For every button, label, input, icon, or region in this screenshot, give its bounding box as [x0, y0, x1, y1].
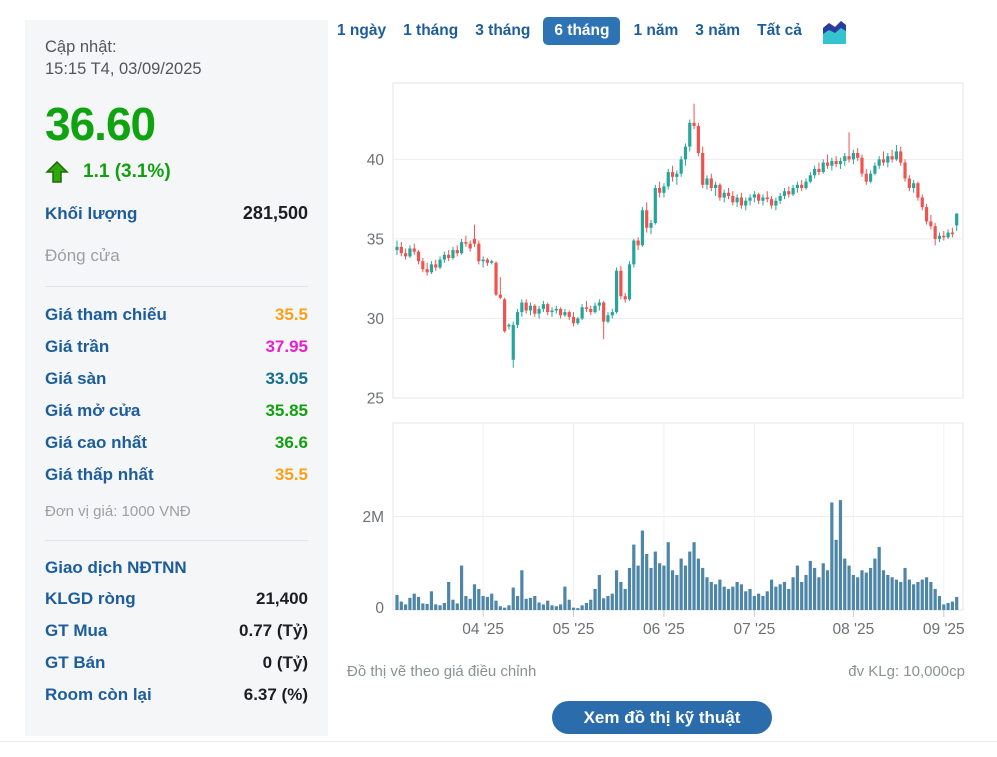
row-label: Giá mở cửa	[45, 395, 140, 427]
divider	[45, 540, 308, 541]
bottom-divider	[0, 741, 997, 742]
foreign-row-buy-value: GT Mua 0.77 (Tỷ)	[45, 615, 308, 647]
row-value: 36.6	[275, 427, 308, 459]
updated-time: 15:15 T4, 03/09/2025	[45, 59, 308, 81]
row-label: Giá cao nhất	[45, 427, 147, 459]
row-value: 37.95	[265, 331, 308, 363]
row-value: 21,400	[256, 583, 308, 615]
view-technical-chart-button[interactable]: Xem đồ thị kỹ thuật	[552, 701, 772, 734]
price-row-open: Giá mở cửa 35.85	[45, 395, 308, 427]
svg-text:2M: 2M	[362, 509, 384, 526]
svg-text:0: 0	[375, 600, 384, 617]
tab-1-nam[interactable]: 1 năm	[633, 22, 678, 40]
price-row-floor: Giá sàn 33.05	[45, 363, 308, 395]
row-label: Giá trần	[45, 331, 109, 363]
last-updated: Cập nhật: 15:15 T4, 03/09/2025	[45, 37, 308, 81]
row-label: Giá sàn	[45, 363, 106, 395]
price-row-high: Giá cao nhất 36.6	[45, 427, 308, 459]
stock-summary-panel: Cập nhật: 15:15 T4, 03/09/2025 36.60 1.1…	[25, 20, 328, 736]
svg-text:09 '25: 09 '25	[923, 621, 965, 635]
price-change-row: 1.1 (3.1%)	[45, 161, 308, 183]
row-value: 35.5	[275, 299, 308, 331]
divider	[45, 286, 308, 287]
svg-text:06 '25: 06 '25	[643, 621, 685, 635]
row-label: GT Mua	[45, 615, 107, 647]
price-unit-note: Đơn vị giá: 1000 VNĐ	[45, 503, 308, 520]
svg-text:30: 30	[367, 311, 385, 328]
volume-label: Khối lượng	[45, 204, 137, 224]
volume-unit-note: đv KLg: 10,000cp	[848, 663, 965, 680]
volume-value: 281,500	[243, 203, 308, 224]
up-arrow-icon	[45, 161, 69, 183]
svg-text:04 '25: 04 '25	[462, 621, 504, 635]
row-value: 6.37 (%)	[244, 679, 308, 711]
tab-3-thang[interactable]: 3 tháng	[475, 22, 530, 40]
row-label: GT Bán	[45, 647, 105, 679]
current-price: 36.60	[45, 97, 308, 151]
tab-3-nam[interactable]: 3 năm	[695, 22, 740, 40]
row-value: 35.85	[265, 395, 308, 427]
svg-text:08 '25: 08 '25	[832, 621, 874, 635]
price-row-ceiling: Giá trần 37.95	[45, 331, 308, 363]
row-label: Giá thấp nhất	[45, 459, 154, 491]
row-value: 33.05	[265, 363, 308, 395]
svg-text:07 '25: 07 '25	[733, 621, 775, 635]
area-chart-icon[interactable]	[822, 18, 847, 45]
price-row-low: Giá thấp nhất 35.5	[45, 459, 308, 491]
updated-label: Cập nhật:	[45, 37, 308, 59]
tab-1-thang[interactable]: 1 tháng	[403, 22, 458, 40]
tab-6-thang[interactable]: 6 tháng	[543, 17, 620, 45]
tab-1-ngay[interactable]: 1 ngày	[337, 22, 386, 40]
row-value: 0 (Tỷ)	[263, 647, 308, 679]
session-status: Đóng cửa	[45, 246, 308, 266]
adjusted-price-note: Đồ thị vẽ theo giá điều chỉnh	[347, 663, 536, 680]
candlestick-price-chart[interactable]: 25 30 35 40	[345, 80, 997, 410]
row-label: KLGD ròng	[45, 583, 136, 615]
foreign-trading-title: Giao dịch NĐTNN	[45, 553, 308, 583]
stock-widget: Cập nhật: 15:15 T4, 03/09/2025 36.60 1.1…	[0, 0, 997, 757]
time-range-tabs: 1 ngày 1 tháng 3 tháng 6 tháng 1 năm 3 n…	[337, 16, 847, 46]
row-value: 35.5	[275, 459, 308, 491]
row-label: Giá tham chiếu	[45, 299, 167, 331]
row-value: 0.77 (Tỷ)	[239, 615, 308, 647]
volume-row: Khối lượng 281,500	[45, 203, 308, 224]
price-row-reference: Giá tham chiếu 35.5	[45, 299, 308, 331]
svg-text:05 '25: 05 '25	[553, 621, 595, 635]
row-label: Room còn lại	[45, 679, 152, 711]
price-change-value: 1.1 (3.1%)	[83, 161, 171, 183]
svg-text:35: 35	[367, 231, 384, 248]
svg-text:25: 25	[367, 391, 384, 408]
foreign-row-room-left: Room còn lại 6.37 (%)	[45, 679, 308, 711]
volume-bar-chart[interactable]: 2M 0 04 '25 05 '25 06 '25 07 '25 08 '25 09 '25	[345, 420, 997, 635]
foreign-row-net-volume: KLGD ròng 21,400	[45, 583, 308, 615]
tab-tat-ca[interactable]: Tất cả	[757, 22, 802, 40]
foreign-row-sell-value: GT Bán 0 (Tỷ)	[45, 647, 308, 679]
svg-text:40: 40	[367, 152, 385, 169]
